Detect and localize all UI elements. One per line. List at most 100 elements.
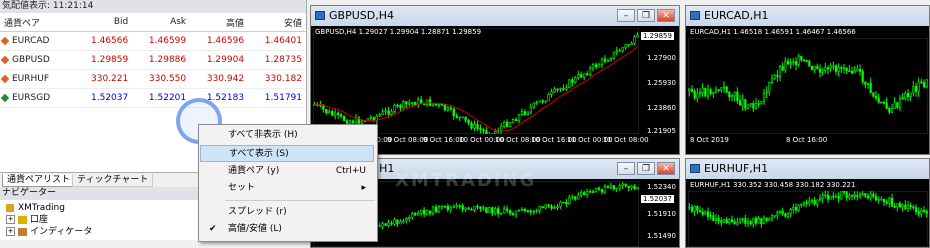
candle-body xyxy=(515,211,517,215)
table-row[interactable]: EURCAD1.465661.465991.465961.46401 xyxy=(0,32,306,51)
column-header-high[interactable]: 高値 xyxy=(190,13,248,32)
menu-item-high-low[interactable]: ✔高値/安値 (L) xyxy=(200,221,374,238)
candle-body xyxy=(503,209,505,213)
candle-body xyxy=(897,203,899,207)
candle-body xyxy=(785,214,787,216)
candle-body xyxy=(343,116,345,120)
chart-window-eurcad[interactable]: EURCAD,H1 EURCAD,H1 1.46518 1.46591 1.46… xyxy=(685,5,930,155)
restore-button[interactable]: ❐ xyxy=(637,162,655,175)
candle-body xyxy=(907,205,909,208)
table-row[interactable]: EURSGD1.520371.522011.521831.51791 xyxy=(0,89,306,108)
tab-symbols-list[interactable]: 通貨ペアリスト xyxy=(2,174,75,187)
candle-body xyxy=(907,93,909,96)
tree-item-accounts[interactable]: +口座 xyxy=(6,214,48,226)
candle-body xyxy=(388,223,390,226)
candle-body xyxy=(631,186,633,188)
restore-button[interactable]: ❐ xyxy=(637,9,655,22)
candle-body xyxy=(699,211,701,213)
table-row[interactable]: GBPUSD1.298591.298861.299041.28735 xyxy=(0,51,306,70)
menu-item-show-all[interactable]: すべて表示 (S) xyxy=(200,145,374,162)
candle-body xyxy=(411,103,413,104)
column-header-ask[interactable]: Ask xyxy=(132,13,190,32)
candle-body xyxy=(500,127,502,131)
y-tick-label: 1.25930 xyxy=(647,79,676,87)
candle-body xyxy=(518,210,520,211)
chart-titlebar[interactable]: EURCAD,H1 xyxy=(686,6,929,26)
menu-item-spread[interactable]: スプレッド (r) xyxy=(200,204,374,221)
candle-body xyxy=(875,196,877,199)
candle-body xyxy=(477,206,479,207)
column-header-bid[interactable]: Bid xyxy=(74,13,132,32)
minimize-button[interactable]: – xyxy=(617,162,635,175)
chart-plot-eurhuf[interactable] xyxy=(688,191,928,247)
candle-body xyxy=(634,37,636,44)
expand-icon[interactable]: + xyxy=(6,215,15,224)
tab-tick-chart[interactable]: ティックチャート xyxy=(72,174,153,187)
candle-body xyxy=(563,88,565,89)
candle-body xyxy=(915,208,917,212)
candle-body xyxy=(403,221,405,222)
candle-body xyxy=(827,68,829,69)
candle-body xyxy=(737,92,739,101)
chart-plot-gbpusd[interactable] xyxy=(313,28,639,134)
candle-body xyxy=(462,117,464,118)
expand-icon[interactable]: + xyxy=(6,227,15,236)
candle-body xyxy=(471,209,473,210)
candle-body xyxy=(787,214,789,216)
candle-body xyxy=(397,220,399,224)
candle-body xyxy=(571,197,573,198)
candle-body xyxy=(694,91,696,98)
candle-body xyxy=(785,61,787,70)
candle-body xyxy=(830,66,832,68)
candle-body xyxy=(557,207,559,208)
candle-body xyxy=(870,83,872,92)
chart-titlebar[interactable]: GBPUSD,H4 – ❐ ✕ xyxy=(311,6,679,26)
symbol-label: GBPUSD xyxy=(12,55,50,65)
candle-body xyxy=(705,88,707,96)
tree-item-xmtrading[interactable]: XMTrading xyxy=(6,202,65,214)
column-header-low[interactable]: 安値 xyxy=(248,13,306,32)
close-button[interactable]: ✕ xyxy=(657,9,675,22)
ask-cell: 330.550 xyxy=(132,70,190,89)
candle-body xyxy=(822,196,824,199)
candle-body xyxy=(622,48,624,51)
candle-body xyxy=(613,52,615,58)
menu-item-symbols[interactable]: 通貨ペア (y)Ctrl+U xyxy=(200,163,374,180)
symbol-cell: EURCAD xyxy=(0,32,74,51)
candle-body xyxy=(530,211,532,212)
candle-body xyxy=(739,101,741,106)
tree-item-indicators[interactable]: +インディケータ xyxy=(6,226,92,238)
candle-body xyxy=(795,207,797,210)
candle-body xyxy=(539,101,541,102)
candle-body xyxy=(382,224,384,227)
candle-body xyxy=(798,56,800,65)
candle-body xyxy=(586,191,588,194)
menu-item-sets[interactable]: セット▸ xyxy=(200,180,374,197)
candle-body xyxy=(494,209,496,214)
candle-body xyxy=(697,206,699,210)
menu-item-label: スプレッド (r) xyxy=(228,207,287,217)
candle-body xyxy=(766,218,768,220)
candle-body xyxy=(601,59,603,64)
candle-body xyxy=(595,65,597,67)
candle-body xyxy=(325,109,327,112)
candle-body xyxy=(910,205,912,206)
close-button[interactable]: ✕ xyxy=(657,162,675,175)
y-tick-label: 1.51490 xyxy=(647,232,676,240)
menu-item-hide-all[interactable]: すべて非表示 (H) xyxy=(200,127,374,144)
candle-body xyxy=(423,210,425,214)
chart-plot-eurcad[interactable] xyxy=(688,38,928,134)
candle-body xyxy=(477,124,479,128)
chart-titlebar[interactable]: EURHUF,H1 xyxy=(686,159,929,179)
candle-body xyxy=(867,83,869,84)
candle-body xyxy=(524,112,526,115)
chart-window-eurhuf[interactable]: EURHUF,H1 EURHUF,H1 330.352 330.458 330.… xyxy=(685,158,930,248)
column-header-symbol[interactable]: 通貨ペア xyxy=(0,13,74,32)
table-row[interactable]: EURHUF330.221330.550330.942330.182 xyxy=(0,70,306,89)
candle-body xyxy=(403,102,405,108)
minimize-button[interactable]: – xyxy=(617,9,635,22)
candle-body xyxy=(521,209,523,210)
candle-body xyxy=(715,218,717,220)
candle-body xyxy=(491,208,493,214)
candle-body xyxy=(763,218,765,224)
